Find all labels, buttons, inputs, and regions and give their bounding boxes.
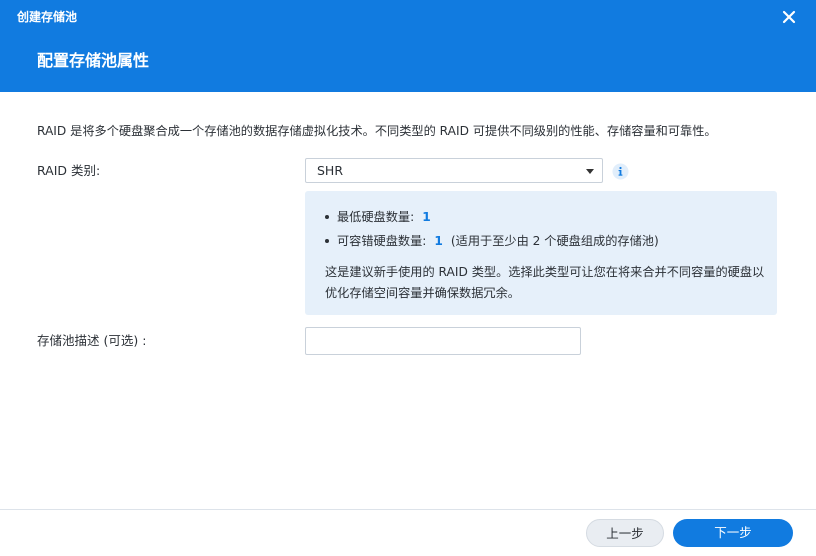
fault-tolerance-label: 可容错硬盘数量:	[337, 234, 427, 248]
pool-description-input[interactable]	[305, 327, 581, 355]
raid-description: RAID 是将多个硬盘聚合成一个存储池的数据存储虚拟化技术。不同类型的 RAID…	[37, 124, 717, 138]
raid-info-panel: 最低硬盘数量: 1 可容错硬盘数量: 1 (适用于至少由 2 个硬盘组成的存储池) 这…	[305, 191, 777, 315]
step-title: 配置存储池属性	[37, 51, 150, 70]
next-button[interactable]: 下一步	[673, 519, 793, 547]
previous-button[interactable]: 上一步	[586, 519, 664, 547]
min-disks-label: 最低硬盘数量:	[337, 210, 415, 224]
raid-type-selected-value: SHR	[317, 163, 344, 178]
window-title: 创建存储池	[17, 10, 78, 24]
fault-tolerance-note: (适用于至少由 2 个硬盘组成的存储池)	[450, 234, 659, 248]
bullet-icon	[325, 238, 329, 243]
footer-divider	[0, 509, 816, 510]
fault-tolerance-row: 可容错硬盘数量: 1 (适用于至少由 2 个硬盘组成的存储池)	[325, 232, 659, 250]
info-icon[interactable]	[612, 163, 629, 180]
chevron-down-icon	[586, 169, 594, 174]
pool-description-label: 存储池描述 (可选) :	[37, 333, 147, 348]
min-disks-row: 最低硬盘数量: 1	[325, 208, 439, 226]
close-button[interactable]	[778, 6, 800, 28]
raid-type-select[interactable]: SHR	[305, 158, 603, 183]
bullet-icon	[325, 214, 329, 219]
close-icon	[782, 10, 796, 24]
min-disks-value: 1	[422, 210, 431, 224]
fault-tolerance-value: 1	[434, 234, 443, 248]
header-banner: 创建存储池 配置存储池属性	[0, 0, 816, 92]
raid-recommendation-text: 这是建议新手使用的 RAID 类型。选择此类型可让您在将来合并不同容量的硬盘以优…	[325, 265, 765, 300]
raid-type-label: RAID 类别:	[37, 163, 101, 178]
